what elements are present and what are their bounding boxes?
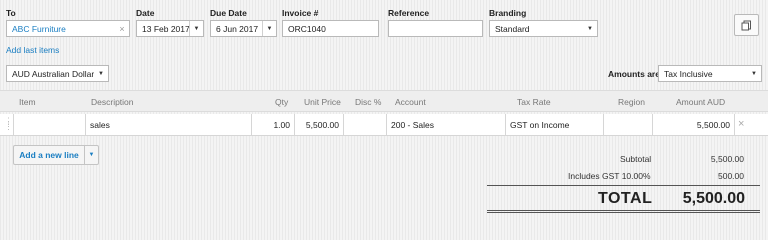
amounts-are-label: Amounts are <box>608 69 660 79</box>
column-header-amount: Amount AUD <box>676 97 726 107</box>
column-header-tax-rate: Tax Rate <box>517 97 551 107</box>
add-new-line-button[interactable]: Add a new line ▼ <box>13 145 99 165</box>
column-header-disc: Disc % <box>355 97 382 107</box>
total-divider-top <box>487 185 760 186</box>
to-label: To <box>6 8 16 18</box>
chevron-down-icon[interactable]: ▼ <box>84 146 98 164</box>
drag-handle-icon[interactable]: ⋮ ⋮ <box>4 117 13 131</box>
column-header-item: Item <box>19 97 36 107</box>
invoice-number-field[interactable]: ORC1040 <box>282 20 379 37</box>
total-value: 5,500.00 <box>682 190 745 207</box>
subtotal-label: Subtotal <box>620 154 652 164</box>
delete-row-icon[interactable]: × <box>738 118 744 130</box>
row-account-cell[interactable]: 200 - Sales <box>391 120 434 130</box>
gst-value: 500.00 <box>718 171 744 181</box>
column-header-qty: Qty <box>275 97 289 107</box>
date-label: Date <box>136 8 155 18</box>
column-header-description: Description <box>91 97 134 107</box>
date-field[interactable]: 13 Feb 2017 ▼ <box>136 20 204 37</box>
chevron-down-icon[interactable]: ▼ <box>94 66 108 81</box>
chevron-down-icon[interactable]: ▼ <box>747 66 761 81</box>
currency-value: AUD Australian Dollar <box>12 68 94 79</box>
total-label: TOTAL <box>598 190 653 207</box>
invoice-number-label: Invoice # <box>282 8 319 18</box>
copy-button[interactable] <box>734 14 759 36</box>
amounts-select[interactable]: Tax Inclusive ▼ <box>658 65 762 82</box>
branding-select[interactable]: Standard ▼ <box>489 20 598 37</box>
add-last-items-link[interactable]: Add last items <box>6 45 59 55</box>
due-date-value: 6 Jun 2017 <box>216 23 259 34</box>
to-contact-value: ABC Furniture <box>12 23 66 34</box>
amounts-value: Tax Inclusive <box>664 68 713 79</box>
row-amount-cell[interactable]: 5,500.00 <box>653 120 730 130</box>
currency-select[interactable]: AUD Australian Dollar ▼ <box>6 65 109 82</box>
total-divider-bottom-1 <box>487 210 760 211</box>
total-divider-bottom-2 <box>487 212 760 213</box>
column-header-region: Region <box>618 97 645 107</box>
row-description-cell[interactable]: sales <box>90 120 110 130</box>
invoice-number-value: ORC1040 <box>288 23 326 34</box>
due-date-label: Due Date <box>210 8 247 18</box>
reference-label: Reference <box>388 8 430 18</box>
to-contact-field[interactable]: ABC Furniture × <box>6 20 130 37</box>
column-header-unit-price: Unit Price <box>304 97 341 107</box>
chevron-down-icon[interactable]: ▼ <box>583 21 597 36</box>
copy-icon <box>741 20 751 30</box>
subtotal-value: 5,500.00 <box>710 154 744 164</box>
due-date-field[interactable]: 6 Jun 2017 ▼ <box>210 20 277 37</box>
branding-label: Branding <box>489 8 527 18</box>
clear-x-icon[interactable]: × <box>115 24 129 34</box>
branding-value: Standard <box>495 23 530 34</box>
chevron-down-icon[interactable]: ▼ <box>189 21 203 36</box>
date-value: 13 Feb 2017 <box>142 23 189 34</box>
reference-field[interactable] <box>388 20 483 37</box>
row-unit-price-cell[interactable]: 5,500.00 <box>295 120 339 130</box>
row-tax-rate-cell[interactable]: GST on Income <box>510 120 569 130</box>
row-qty-cell[interactable]: 1.00 <box>252 120 290 130</box>
gst-label: Includes GST 10.00% <box>568 171 651 181</box>
add-new-line-label[interactable]: Add a new line <box>14 146 84 164</box>
column-header-account: Account <box>395 97 426 107</box>
chevron-down-icon[interactable]: ▼ <box>262 21 276 36</box>
